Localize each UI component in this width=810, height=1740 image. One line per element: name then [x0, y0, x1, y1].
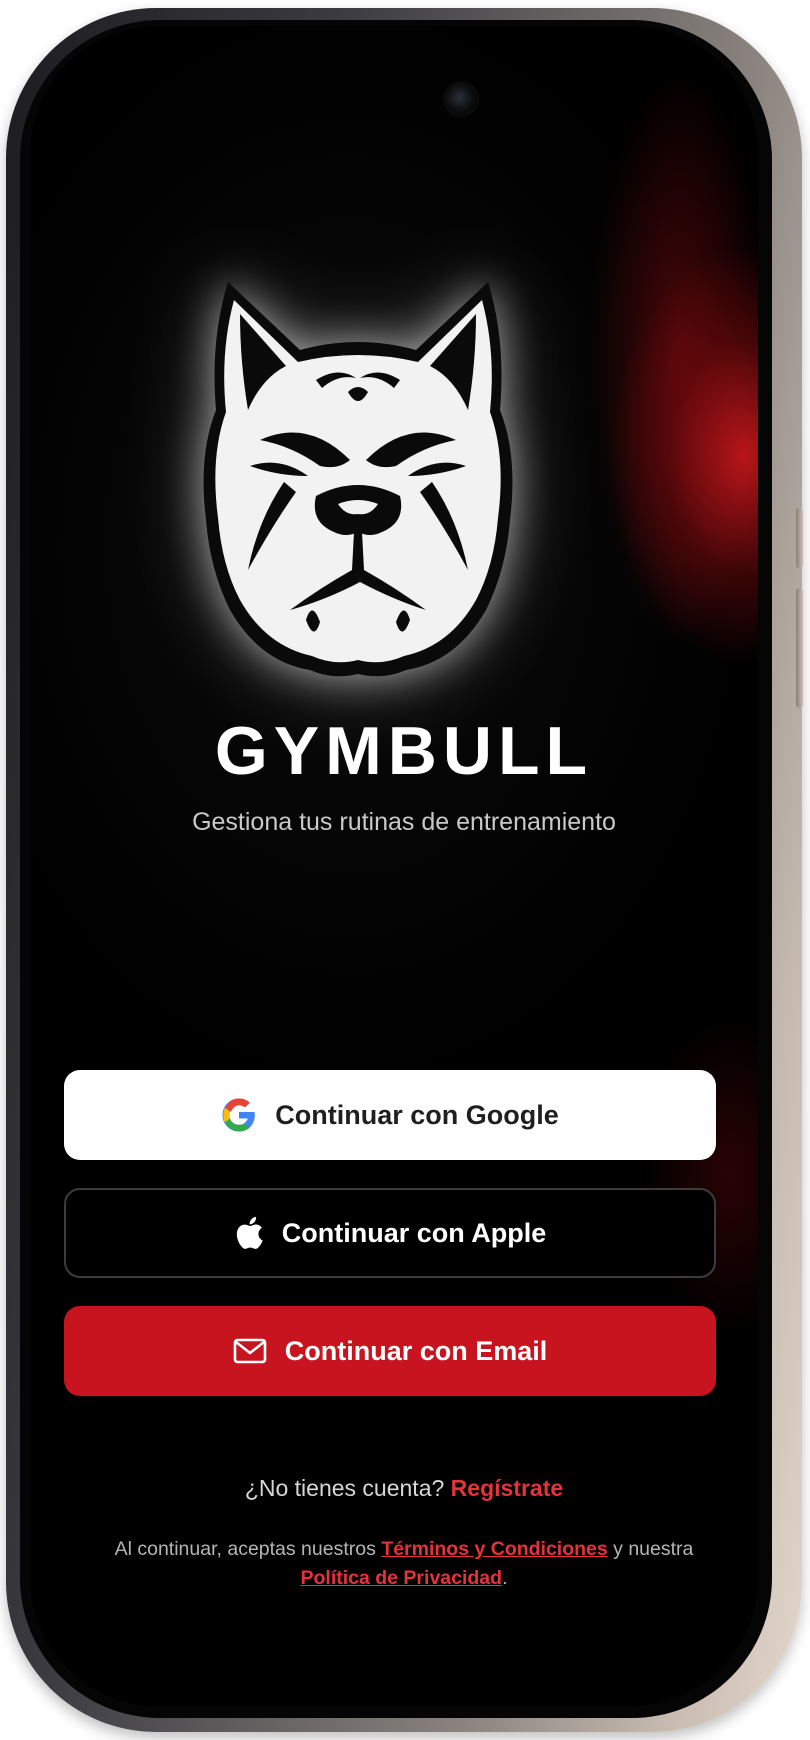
legal-notice: Al continuar, aceptas nuestros Términos … [80, 1535, 728, 1593]
continue-email-button[interactable]: Continuar con Email [64, 1306, 716, 1396]
signup-prompt-text: ¿No tienes cuenta? [244, 1475, 445, 1501]
legal-middle: y nuestra [613, 1538, 694, 1560]
continue-apple-button[interactable]: Continuar con Apple [64, 1188, 716, 1278]
front-camera [446, 84, 476, 114]
bulldog-head-icon [203, 282, 513, 677]
google-button-label: Continuar con Google [275, 1099, 559, 1130]
legal-prefix: Al continuar, aceptas nuestros [114, 1538, 376, 1560]
app-title: GYMBULL [214, 713, 594, 789]
email-button-label: Continuar con Email [284, 1335, 548, 1366]
apple-icon [236, 1216, 263, 1249]
continue-google-button[interactable]: Continuar con Google [64, 1070, 716, 1160]
google-icon [222, 1098, 255, 1132]
apple-button-label: Continuar con Apple [281, 1217, 547, 1248]
terms-link[interactable]: Términos y Condiciones [381, 1538, 607, 1560]
register-link[interactable]: Regístrate [451, 1475, 563, 1501]
legal-suffix: . [502, 1567, 508, 1589]
mail-icon [233, 1338, 267, 1364]
power-button [796, 588, 803, 708]
signup-prompt: ¿No tienes cuenta? Regístrate [30, 1475, 778, 1502]
app-subtitle: Gestiona tus rutinas de entrenamiento [192, 808, 616, 836]
volume-button [796, 508, 803, 568]
privacy-link[interactable]: Política de Privacidad [300, 1567, 502, 1589]
